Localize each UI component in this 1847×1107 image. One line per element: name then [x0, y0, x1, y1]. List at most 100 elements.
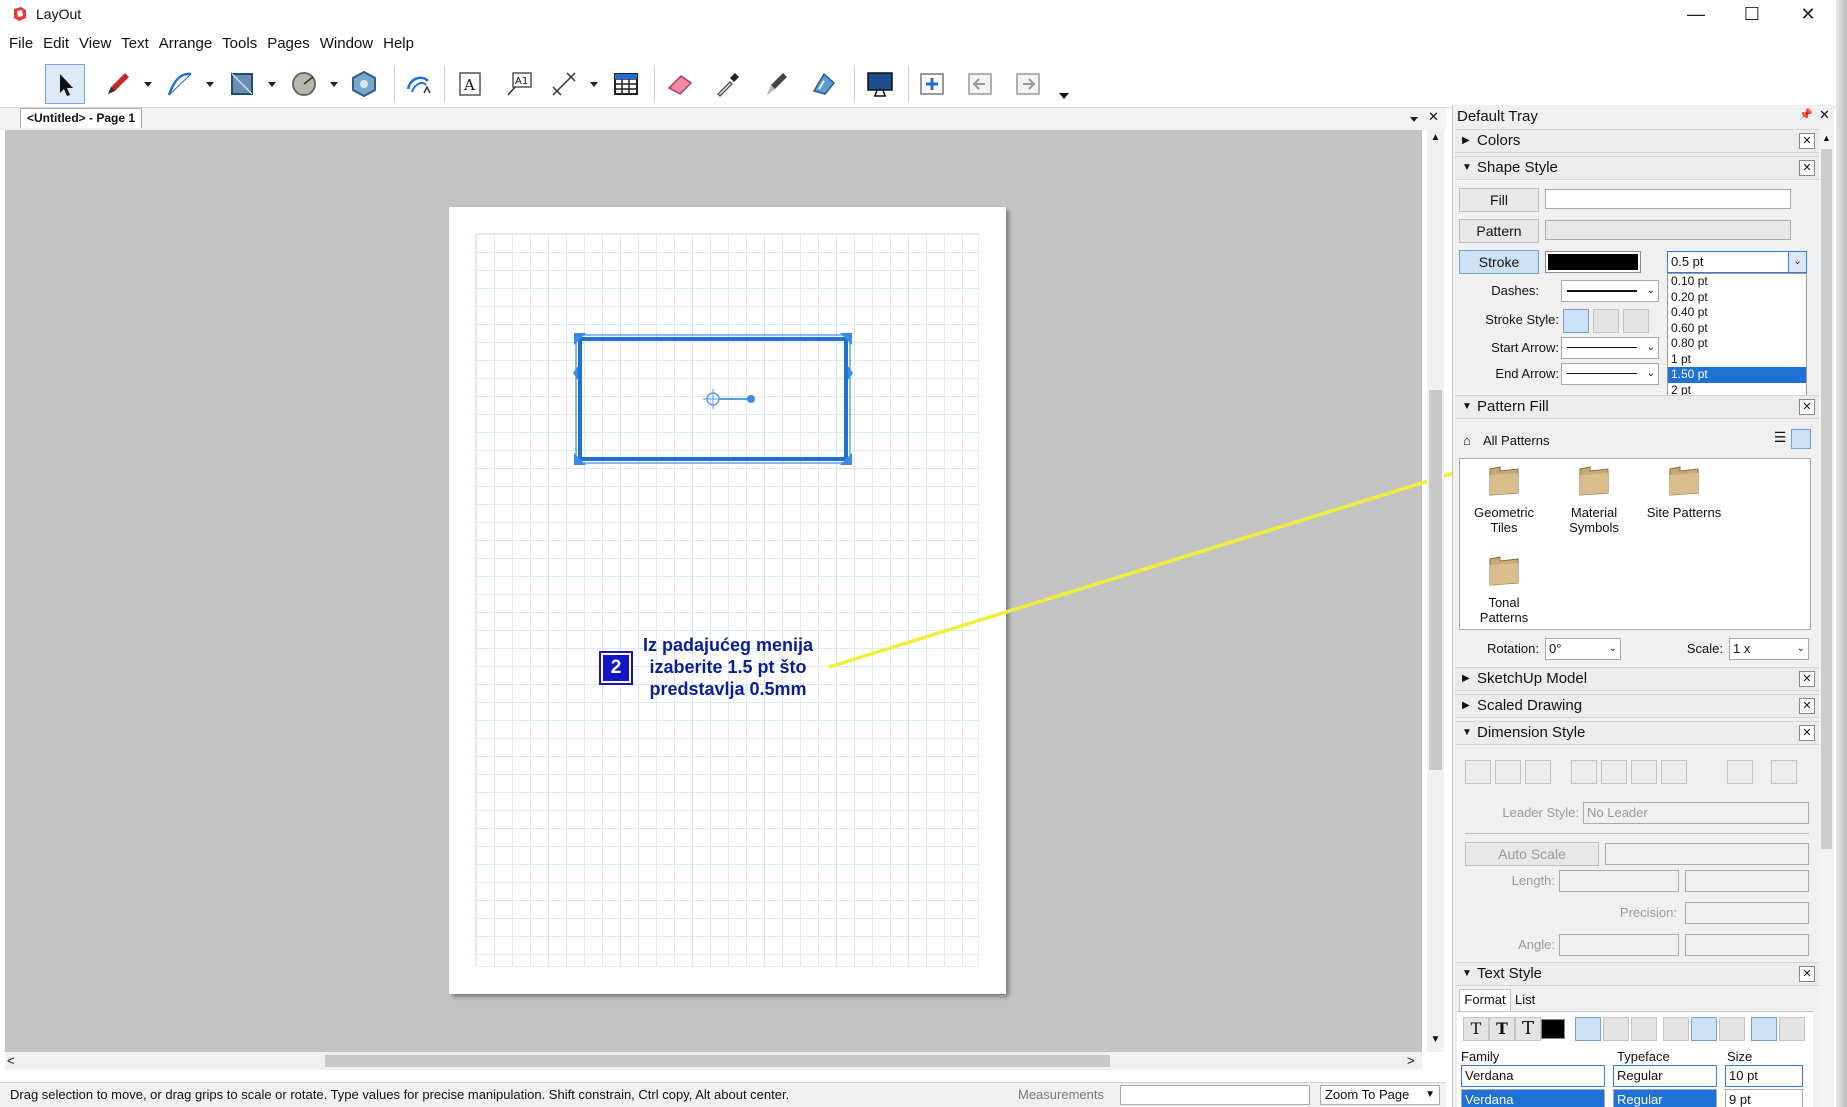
list-view-icon[interactable]: ☰ [1771, 429, 1789, 449]
canvas-horizontal-scrollbar[interactable]: < > [5, 1052, 1422, 1070]
chevron-down-icon[interactable] [266, 78, 278, 90]
select-tool-button[interactable] [45, 64, 85, 104]
menu-tools[interactable]: Tools [222, 35, 257, 52]
label-tool-button[interactable]: A1 [498, 64, 538, 104]
grid-view-icon[interactable] [1791, 429, 1811, 449]
menu-edit[interactable]: Edit [43, 35, 69, 52]
dimension-extension-1-icon[interactable] [1727, 760, 1753, 784]
stroke-option-0-60[interactable]: 0.60 pt [1668, 321, 1806, 337]
close-section-icon[interactable]: ✕ [1799, 725, 1815, 741]
close-section-icon[interactable]: ✕ [1799, 671, 1815, 687]
typeface-input[interactable]: Regular [1613, 1065, 1717, 1087]
close-section-icon[interactable]: ✕ [1799, 133, 1815, 149]
horizontal-scroll-thumb[interactable] [325, 1055, 1110, 1067]
font-size-input[interactable]: 10 pt [1725, 1065, 1803, 1087]
chevron-down-icon[interactable] [328, 78, 340, 90]
stroke-width-select[interactable]: 0.5 pt ⌄ [1667, 251, 1807, 273]
auto-scale-button[interactable]: Auto Scale [1465, 842, 1599, 866]
menu-text[interactable]: Text [121, 35, 149, 52]
chevron-down-icon[interactable] [588, 78, 600, 90]
stroke-style-miter-icon[interactable] [1563, 309, 1589, 333]
chevron-down-icon[interactable] [204, 78, 216, 90]
scale-select[interactable]: 1 x ⌄ [1729, 638, 1809, 660]
tray-scrollbar[interactable]: ▲ [1819, 129, 1834, 1107]
dimension-style-section-header[interactable]: ▼ Dimension Style ✕ [1455, 721, 1819, 745]
font-size-list-item[interactable]: 9 pt [1725, 1089, 1803, 1107]
end-arrow-select[interactable]: ⌄ [1561, 363, 1659, 385]
offset-tool-button[interactable] [398, 64, 438, 104]
sketchup-model-section-header[interactable]: ▶ SketchUp Model ✕ [1455, 667, 1819, 691]
table-tool-button[interactable] [606, 64, 646, 104]
text-bounded-icon[interactable] [1751, 1017, 1777, 1041]
close-tab-icon[interactable]: ✕ [1428, 109, 1439, 125]
anchor-bottom-icon[interactable] [1719, 1017, 1745, 1041]
scaled-drawing-section-header[interactable]: ▶ Scaled Drawing ✕ [1455, 694, 1819, 718]
canvas-vertical-scrollbar[interactable]: ▲ ▼ [1427, 130, 1444, 1052]
scroll-up-icon[interactable]: ▲ [1820, 133, 1833, 143]
length-unit-select[interactable] [1559, 870, 1679, 892]
close-tray-icon[interactable]: ✕ [1819, 107, 1830, 123]
menu-arrange[interactable]: Arrange [159, 35, 212, 52]
home-icon[interactable]: ⌂ [1463, 433, 1471, 448]
dimension-text-below-icon[interactable] [1525, 760, 1551, 784]
tray-scroll-thumb[interactable] [1821, 149, 1832, 849]
align-left-icon[interactable] [1575, 1017, 1601, 1041]
close-section-icon[interactable]: ✕ [1799, 160, 1815, 176]
text-tool-button[interactable]: A [450, 64, 490, 104]
precision-select[interactable] [1685, 902, 1809, 924]
line-tool-button[interactable] [98, 64, 138, 104]
anchor-top-icon[interactable] [1663, 1017, 1689, 1041]
split-tool-button[interactable] [756, 64, 796, 104]
text-format-tab[interactable]: Format [1459, 989, 1511, 1011]
colors-section-header[interactable]: ▶ Colors ✕ [1455, 129, 1819, 153]
start-presentation-button[interactable] [860, 64, 900, 104]
dimension-text-center-icon[interactable] [1495, 760, 1521, 784]
text-bold-icon[interactable]: T [1489, 1017, 1515, 1041]
dashes-select[interactable]: ⌄ [1561, 280, 1659, 302]
document-tab[interactable]: <Untitled> - Page 1 [20, 108, 143, 128]
text-style-section-header[interactable]: ▼ Text Style ✕ [1455, 962, 1819, 986]
text-size-icon[interactable]: T [1515, 1017, 1541, 1041]
menu-help[interactable]: Help [383, 35, 414, 52]
pattern-toggle-button[interactable]: Pattern [1459, 219, 1539, 243]
typeface-list-item[interactable]: Regular [1613, 1089, 1717, 1107]
pattern-fill-section-header[interactable]: ▼ Pattern Fill ✕ [1455, 395, 1819, 419]
stroke-style-round-icon[interactable] [1593, 309, 1619, 333]
stroke-width-dropdown-list[interactable]: 0.10 pt 0.20 pt 0.40 pt 0.60 pt 0.80 pt … [1667, 273, 1807, 401]
align-center-icon[interactable] [1603, 1017, 1629, 1041]
stroke-option-0-40[interactable]: 0.40 pt [1668, 305, 1806, 321]
menu-window[interactable]: Window [320, 35, 373, 52]
text-unbounded-icon[interactable] [1779, 1017, 1805, 1041]
dimension-tool-button[interactable] [544, 64, 584, 104]
scroll-left-icon[interactable]: < [7, 1053, 15, 1068]
dimension-text-align-3-icon[interactable] [1631, 760, 1657, 784]
join-tool-button[interactable] [804, 64, 844, 104]
pattern-folder-site-patterns[interactable]: Site Patterns [1644, 463, 1724, 520]
previous-page-button[interactable] [960, 64, 1000, 104]
angle-unit-select[interactable] [1559, 934, 1679, 956]
close-section-icon[interactable]: ✕ [1799, 698, 1815, 714]
arc-tool-button[interactable] [160, 64, 200, 104]
vertical-scroll-thumb[interactable] [1429, 390, 1442, 770]
stroke-option-1-50[interactable]: 1.50 pt [1668, 367, 1806, 383]
stroke-option-0-80[interactable]: 0.80 pt [1668, 336, 1806, 352]
circle-tool-button[interactable] [284, 64, 324, 104]
pin-tray-icon[interactable]: 📌 [1799, 108, 1813, 121]
menu-pages[interactable]: Pages [267, 35, 310, 52]
zoom-select[interactable]: Zoom To Page ▼ [1320, 1085, 1440, 1105]
font-family-input[interactable]: Verdana [1461, 1065, 1605, 1087]
stroke-option-0-20[interactable]: 0.20 pt [1668, 290, 1806, 306]
chevron-down-icon[interactable] [142, 78, 154, 90]
polygon-tool-button[interactable] [344, 64, 384, 104]
dimension-extension-2-icon[interactable] [1771, 760, 1797, 784]
anchor-middle-icon[interactable] [1691, 1017, 1717, 1041]
close-section-icon[interactable]: ✕ [1799, 966, 1815, 982]
dimension-text-align-2-icon[interactable] [1601, 760, 1627, 784]
add-page-button[interactable] [912, 64, 952, 104]
fill-color-swatch[interactable] [1545, 189, 1791, 209]
dimension-text-align-1-icon[interactable] [1571, 760, 1597, 784]
pattern-folder-geometric-tiles[interactable]: Geometric Tiles [1464, 463, 1544, 535]
maximize-button[interactable]: ☐ [1724, 0, 1780, 28]
rectangle-tool-button[interactable] [222, 64, 262, 104]
close-window-button[interactable]: ✕ [1780, 0, 1836, 28]
